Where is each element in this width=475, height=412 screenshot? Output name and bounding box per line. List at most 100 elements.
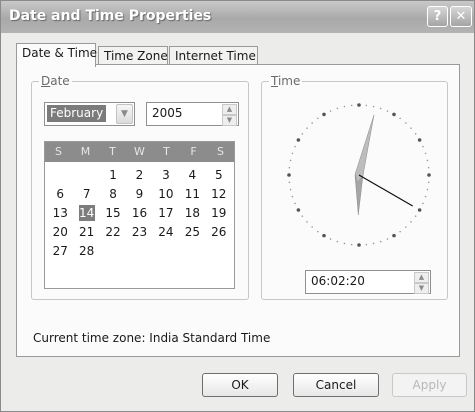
arrow-down-icon[interactable]: ▼ [414,283,429,294]
month-value: February [47,105,107,122]
cancel-button[interactable]: Cancel [293,373,379,397]
clock-minute-mark [379,107,382,110]
calendar-day[interactable]: 9 [126,185,152,204]
weekday-header: S [55,145,62,158]
clock-hour-mark [322,233,326,238]
clock-minute-mark [372,242,375,245]
calendar-day[interactable]: 5 [206,166,232,185]
calendar-day[interactable]: 19 [206,204,232,223]
calendar-day[interactable]: 25 [179,223,205,242]
arrow-down-icon[interactable]: ▼ [222,115,237,126]
calendar-day[interactable]: 14 [78,205,95,221]
calendar-day[interactable]: 1 [100,166,126,185]
calendar-day[interactable]: 20 [47,223,73,242]
calendar-day[interactable]: 26 [206,223,232,242]
clock-minute-mark [336,107,339,110]
calendar-empty-cell [47,166,73,185]
clock-hour-mark [287,173,291,177]
clock-minute-mark [306,221,308,223]
clock-minute-mark [399,230,401,233]
calendar-day[interactable]: 22 [100,223,126,242]
chevron-down-icon[interactable]: ▼ [116,104,133,124]
calendar-day[interactable]: 11 [179,185,205,204]
calendar-day[interactable]: 16 [126,204,152,223]
calendar-day[interactable]: 18 [179,204,205,223]
calendar-day[interactable]: 13 [47,204,73,223]
clock-minute-mark [424,152,427,155]
clock-minute-mark [306,127,308,129]
calendar-day[interactable]: 12 [206,185,232,204]
tab-time-zone[interactable]: Time Zone [98,46,168,66]
calendar-day-grid[interactable]: 1 2 3 4 5 6 7 8 9 10 11 12 13 14 15 16 17 18 19 20 21 22 23 24 2… [47,166,232,261]
clock-minute-mark [288,181,291,184]
tab-date-time[interactable]: Date & Time [16,43,97,67]
clock-hour-mark [322,112,326,117]
help-button[interactable]: ? [427,6,448,27]
weekday-header: M [80,145,91,158]
weekday-header: W [134,145,145,158]
clock-minute-mark [427,166,430,169]
clock-minute-mark [294,145,296,148]
calendar-day[interactable]: 23 [126,223,152,242]
clock-hour-mark [296,208,301,212]
clock-minute-mark [317,117,319,120]
clock-minute-mark [426,188,429,191]
calendar-day[interactable]: 28 [73,242,99,261]
clock-minute-mark [336,240,339,243]
current-time-zone: Current time zone: India Standard Time [33,331,271,345]
tab-internet-time[interactable]: Internet Time [169,46,258,66]
clock-minute-mark [386,238,389,240]
clock-minute-hand [354,114,375,184]
year-spinner[interactable]: 2005 ▲ ▼ [146,102,239,126]
clock-minute-mark [291,195,294,198]
calendar-day[interactable]: 8 [100,185,126,204]
analog-clock [287,103,431,247]
calendar-day[interactable]: 21 [73,223,99,242]
calendar-day[interactable]: 6 [47,185,73,204]
clock-minute-mark [289,159,292,162]
clock-minute-mark [343,242,346,245]
calendar-day[interactable]: 4 [179,166,205,185]
calendar-day[interactable]: 24 [153,223,179,242]
calendar-day[interactable]: 10 [153,185,179,204]
clock-minute-mark [405,226,407,228]
clock-minute-mark [424,195,427,198]
clock-minute-mark [365,243,368,246]
time-value[interactable]: 06:02:20 [311,274,365,288]
date-time-properties-dialog: Date and Time Properties ? ✕ Date & Time… [0,0,475,412]
calendar-day[interactable]: 17 [153,204,179,223]
time-group-label: Time [269,74,303,88]
ok-button[interactable]: OK [202,373,278,397]
time-spinner[interactable]: 06:02:20 ▲ ▼ [305,270,431,294]
clock-hour-mark [296,138,301,142]
clock-minute-mark [405,122,407,124]
clock-hour-mark [392,233,396,238]
clock-minute-mark [422,145,424,148]
calendar-weekday-header: SMTWTFS [45,142,234,162]
arrow-up-icon[interactable]: ▲ [222,104,237,115]
close-icon: ✕ [455,9,467,24]
title-bar[interactable]: Date and Time Properties ? ✕ [1,1,474,33]
calendar-day[interactable]: 15 [100,204,126,223]
calendar[interactable]: SMTWTFS 1 2 3 4 5 6 7 8 9 10 11 12 13 14 15 16 17 18 19 20 2… [44,141,235,289]
calendar-empty-cell [73,166,99,185]
clock-hour-mark [357,243,361,247]
clock-minute-mark [372,105,375,108]
clock-hour-mark [427,173,431,177]
weekday-header: S [217,145,224,158]
clock-minute-mark [410,127,412,129]
clock-minute-mark [289,188,292,191]
date-group-label: Date [39,74,72,88]
clock-minute-mark [427,181,430,184]
calendar-day[interactable]: 3 [153,166,179,185]
calendar-day[interactable]: 7 [73,185,99,204]
month-dropdown[interactable]: February ▼ [44,102,135,126]
arrow-up-icon[interactable]: ▲ [414,272,429,283]
calendar-day[interactable]: 2 [126,166,152,185]
clock-minute-mark [288,166,291,169]
clock-minute-mark [329,110,332,112]
clock-minute-mark [311,122,313,124]
close-button[interactable]: ✕ [450,6,472,27]
calendar-day[interactable]: 27 [47,242,73,261]
apply-button[interactable]: Apply [392,373,467,397]
